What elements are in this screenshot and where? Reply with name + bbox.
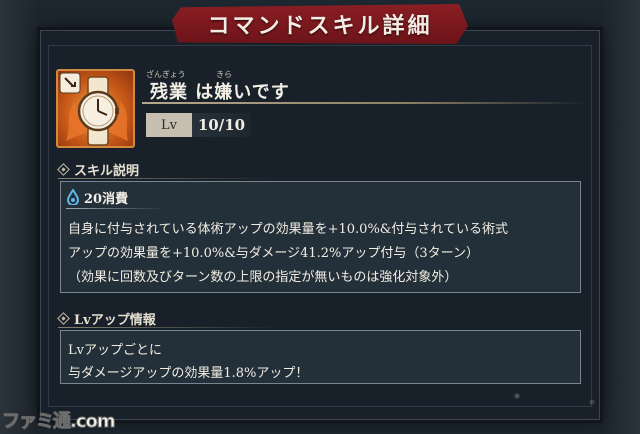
- watermark-logo: ファミ通.com: [2, 408, 122, 433]
- description-line: アップの効果量を+10.0%&与ダメージ41.2%アップ付与（3ターン）: [68, 246, 480, 261]
- cost-row: 20消費: [66, 187, 150, 207]
- lvup-section-title: Lvアップ情報: [74, 313, 156, 328]
- cost-text: 20消費: [84, 191, 129, 207]
- description-section-header: スキル説明: [58, 160, 139, 179]
- skill-name: 残業 は嫌いです: [150, 82, 290, 103]
- lvup-section-header: Lvアップ情報: [58, 309, 156, 328]
- page-title: コマンドスキル詳細: [207, 14, 433, 39]
- lvup-line: 与ダメージアップの効果量1.8%アップ！: [68, 366, 309, 381]
- title-banner: コマンドスキル詳細: [172, 4, 468, 44]
- background-left: [0, 0, 40, 434]
- description-line: 自身に付与されている体術アップの効果量を+10.0%&付与されている術式: [68, 222, 508, 237]
- level-value: 10/10: [192, 113, 251, 137]
- skill-icon: [56, 69, 135, 148]
- section-divider: [58, 327, 278, 328]
- wristwatch-on-flame-icon: [59, 72, 128, 146]
- diamond-icon: [58, 313, 69, 324]
- skill-name-underline: [142, 102, 587, 104]
- cursed-energy-drop-icon: [66, 189, 80, 205]
- description-line: （効果に回数及びターン数の上限の指定が無いものは強化対象外）: [68, 270, 458, 285]
- section-divider: [58, 178, 278, 179]
- level-indicator: Lv 10/10: [146, 113, 251, 137]
- description-section-title: スキル説明: [74, 164, 140, 179]
- cost-underline: [66, 208, 166, 209]
- lvup-line: Lvアップごとに: [68, 343, 162, 358]
- diamond-icon: [58, 164, 69, 175]
- level-label: Lv: [146, 113, 192, 137]
- watermark-text: ファミ通.com: [2, 411, 117, 433]
